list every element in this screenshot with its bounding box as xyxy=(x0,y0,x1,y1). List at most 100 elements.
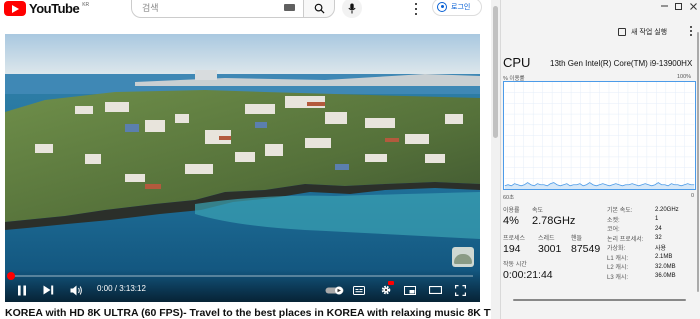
cpu-detail-key: L1 캐시: xyxy=(607,255,629,262)
stat-handles: 핸들 87549 xyxy=(571,233,600,255)
stat-value: 4% xyxy=(503,215,519,227)
login-label: 로그인 xyxy=(451,4,471,11)
region-code: KR xyxy=(82,1,90,8)
stat-value: 0:00:21:44 xyxy=(503,269,553,281)
stat-utilization: 이용률 4% xyxy=(503,205,520,227)
search-button[interactable] xyxy=(303,0,335,18)
cpu-detail-key: L2 캐시: xyxy=(607,265,629,272)
scrubber-handle[interactable] xyxy=(7,272,16,280)
graph-grid xyxy=(504,82,695,189)
cpu-detail-value: 2.20GHz xyxy=(655,206,679,213)
cpu-detail-key: 기본 속도: xyxy=(607,208,633,215)
next-button[interactable] xyxy=(41,283,55,297)
minimize-icon xyxy=(660,5,668,7)
cpu-detail-row: 가상화: 사용 xyxy=(607,243,697,253)
stat-label: 이용률 xyxy=(503,208,520,214)
search-input[interactable] xyxy=(142,3,282,13)
time-display: 0:00 / 3:13:12 xyxy=(97,284,146,293)
cpu-detail-key: 가상화: xyxy=(607,246,626,253)
minimize-button[interactable] xyxy=(659,2,669,10)
miniplayer-button[interactable] xyxy=(402,283,418,297)
volume-icon xyxy=(70,285,82,295)
cpu-detail-value: 2.1MB xyxy=(655,254,673,261)
youtube-window: YouTube KR 로그인 xyxy=(0,0,500,319)
cpu-detail-row: 소켓: 1 xyxy=(607,215,697,225)
cpu-detail-key: 소켓: xyxy=(607,217,620,224)
cpu-detail-value: 사용 xyxy=(655,246,667,253)
autoplay-toggle[interactable] xyxy=(324,283,346,297)
stat-label: 프로세스 xyxy=(503,236,526,242)
maximize-icon xyxy=(674,2,682,10)
keyboard-icon[interactable] xyxy=(284,4,295,11)
task-manager-more-button[interactable] xyxy=(687,25,695,37)
cpu-usage-graph xyxy=(503,81,696,190)
stat-value: 87549 xyxy=(571,243,601,255)
stat-uptime: 작동 시간 0:00:21:44 xyxy=(503,259,553,281)
dot-icon xyxy=(415,7,417,10)
video-frame xyxy=(5,34,480,302)
settings-more-button[interactable] xyxy=(410,2,422,16)
search-icon xyxy=(314,3,325,14)
cpu-detail-row: 논리 프로세서: 32 xyxy=(607,234,697,244)
cpu-detail-row: L3 캐시: 36.0MB xyxy=(607,272,697,282)
voice-search-button[interactable] xyxy=(342,0,362,18)
youtube-logo[interactable]: YouTube KR xyxy=(4,1,89,16)
fullscreen-button[interactable] xyxy=(452,283,468,297)
stat-threads: 스레드 3001 xyxy=(538,233,561,255)
progress-bar[interactable] xyxy=(7,272,473,280)
end-screen-thumbnail[interactable] xyxy=(452,247,474,267)
mute-button[interactable] xyxy=(68,283,84,297)
scrollbar-thumb[interactable] xyxy=(493,6,498,138)
login-button[interactable]: 로그인 xyxy=(432,0,482,16)
microphone-icon xyxy=(348,3,356,13)
theater-icon xyxy=(428,286,442,294)
scrollbar-thumb[interactable] xyxy=(513,299,686,301)
subtitles-button[interactable] xyxy=(351,283,367,297)
youtube-scrollbar[interactable] xyxy=(491,0,500,319)
stat-value: 194 xyxy=(503,243,521,255)
stat-label: 핸들 xyxy=(571,236,583,242)
maximize-button[interactable] xyxy=(673,2,683,10)
dot-icon xyxy=(690,34,692,36)
search-box xyxy=(131,0,303,18)
video-title: KOREA with HD 8K ULTRA (60 FPS)- Travel … xyxy=(5,307,498,319)
cpu-detail-value: 36.0MB xyxy=(655,273,676,280)
autoplay-toggle-icon xyxy=(325,286,344,294)
settings-button[interactable] xyxy=(378,281,394,297)
scrollbar-thumb[interactable] xyxy=(697,32,699,292)
subtitles-icon xyxy=(353,285,365,295)
cpu-detail-value: 1 xyxy=(655,216,659,223)
new-task-button[interactable]: 새 작업 실행 xyxy=(618,27,667,37)
cpu-detail-key: 논리 프로세서: xyxy=(607,236,644,243)
stat-label: 작동 시간 xyxy=(503,262,527,268)
close-button[interactable] xyxy=(688,2,698,10)
dot-icon xyxy=(415,12,417,15)
new-task-icon xyxy=(618,28,626,36)
task-manager-window: 새 작업 실행 CPU 13th Gen Intel(R) Core(TM) i… xyxy=(500,0,700,319)
cpu-detail-key: 코어: xyxy=(607,227,620,234)
skip-next-icon xyxy=(43,285,53,295)
cpu-detail-row: L2 캐시: 32.0MB xyxy=(607,262,697,272)
pause-button[interactable] xyxy=(15,283,29,297)
horizontal-scrollbar[interactable] xyxy=(503,297,696,303)
stat-label: 속도 xyxy=(532,208,544,214)
graph-time-label: 60초 xyxy=(503,195,515,201)
dot-icon xyxy=(690,26,692,28)
cpu-detail-value: 32.0MB xyxy=(655,263,676,270)
hd-badge-icon xyxy=(388,281,394,285)
cpu-detail-row: 코어: 24 xyxy=(607,224,697,234)
account-icon xyxy=(437,2,447,12)
youtube-header: YouTube KR 로그인 xyxy=(0,0,500,22)
thumbnail-hill-image xyxy=(454,254,472,264)
dot-icon xyxy=(415,3,417,6)
video-player[interactable]: 0:00 / 3:13:12 xyxy=(5,34,480,302)
cpu-detail-value: 32 xyxy=(655,235,662,242)
cpu-model: 13th Gen Intel(R) Core(TM) i9-13900HX xyxy=(550,59,693,68)
theater-mode-button[interactable] xyxy=(427,283,443,297)
new-task-label: 새 작업 실행 xyxy=(631,29,668,36)
cpu-detail-key: L3 캐시: xyxy=(607,274,629,281)
miniplayer-icon xyxy=(404,285,416,295)
cpu-detail-row: L1 캐시: 2.1MB xyxy=(607,253,697,263)
youtube-wordmark: YouTube xyxy=(29,1,80,16)
cpu-heading: CPU xyxy=(503,55,531,70)
